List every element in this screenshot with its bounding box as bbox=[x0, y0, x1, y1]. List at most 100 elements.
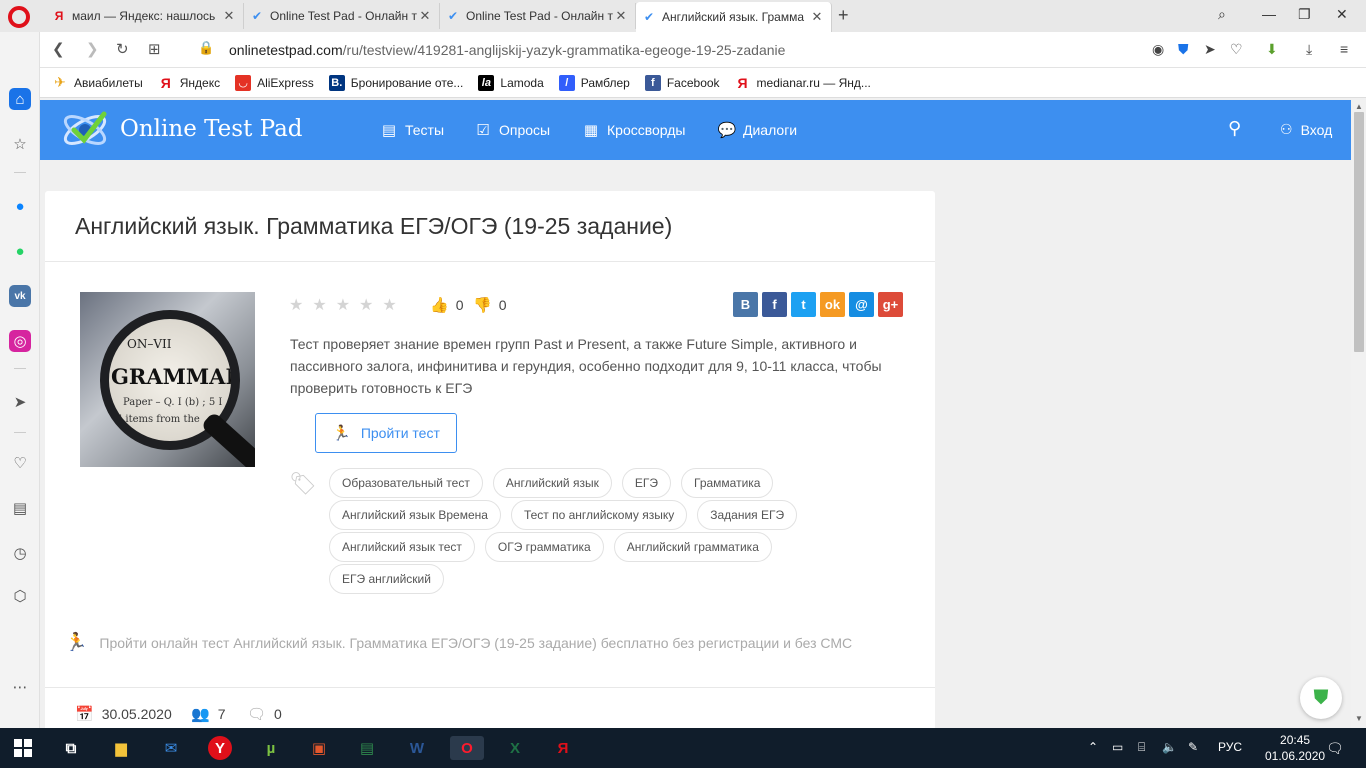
tag-item[interactable]: Образовательный тест bbox=[329, 468, 483, 498]
rating-stars[interactable]: ★ ★ ★ ★ ★ bbox=[289, 295, 406, 315]
tag-item[interactable]: Грамматика bbox=[681, 468, 774, 498]
bookmark-medianar[interactable]: Яmedianar.ru — Янд... bbox=[735, 75, 871, 91]
bookmark-lamoda[interactable]: la Lamoda bbox=[478, 74, 544, 91]
bookmark-rambler[interactable]: / Рамблер bbox=[558, 74, 630, 91]
mailru-share-icon[interactable]: @ bbox=[849, 292, 874, 317]
site-logo-icon[interactable] bbox=[60, 108, 110, 152]
close-tab-icon[interactable]: ✕ bbox=[613, 8, 629, 24]
extensions-icon[interactable]: ⬡ bbox=[9, 585, 31, 607]
scroll-up-icon[interactable]: ▲ bbox=[1355, 102, 1363, 111]
mail-icon[interactable]: ✉ bbox=[158, 736, 184, 760]
more-icon[interactable]: ⋯ bbox=[9, 676, 31, 698]
yandex-icon[interactable]: Я bbox=[550, 736, 576, 760]
volume-icon[interactable]: 🔈 bbox=[1162, 740, 1177, 754]
twitter-share-icon[interactable]: t bbox=[791, 292, 816, 317]
tag-item[interactable]: Тест по английскому языку bbox=[510, 500, 688, 530]
browser-tab[interactable]: ✔ Online Test Pad - Онлайн т ✕ bbox=[440, 3, 636, 29]
bookmark-aviabilety[interactable]: ✈ Авиабилеты bbox=[52, 74, 143, 91]
vpn-shield-icon[interactable]: ⛊ bbox=[1178, 41, 1189, 58]
close-tab-icon[interactable]: ✕ bbox=[417, 8, 433, 24]
presentation-app-icon[interactable]: ▣ bbox=[306, 736, 332, 760]
reload-icon[interactable]: ↻ bbox=[116, 40, 129, 58]
heart-icon[interactable]: ♡ bbox=[1230, 41, 1243, 58]
minimize-icon[interactable]: — bbox=[1262, 6, 1276, 22]
utorrent-icon[interactable]: µ bbox=[258, 736, 284, 760]
browser-tab[interactable]: ✔ Online Test Pad - Онлайн т ✕ bbox=[244, 3, 440, 29]
take-test-button[interactable]: 🏃 Пройти тест bbox=[315, 413, 457, 453]
publisher-icon[interactable]: ▤ bbox=[354, 736, 380, 760]
task-view-icon[interactable]: ⧉ bbox=[58, 736, 84, 760]
home-icon[interactable]: ⌂ bbox=[9, 88, 31, 110]
browser-tab-active[interactable]: ✔ Английский язык. Граммa ✕ bbox=[636, 2, 832, 32]
googleplus-share-icon[interactable]: g+ bbox=[878, 292, 903, 317]
star-icon[interactable]: ★ bbox=[382, 295, 396, 315]
tag-item[interactable]: ОГЭ грамматика bbox=[484, 532, 604, 562]
new-tab-icon[interactable]: + bbox=[838, 5, 849, 26]
vk-icon[interactable]: vk bbox=[9, 285, 31, 307]
odnoklassniki-share-icon[interactable]: ok bbox=[820, 292, 845, 317]
bookmark-yandex[interactable]: Я Яндекс bbox=[158, 75, 220, 91]
forward-icon[interactable]: ❯ bbox=[86, 40, 99, 58]
tag-item[interactable]: Английский грамматика bbox=[613, 532, 772, 562]
site-logo-text[interactable]: Online Test Pad bbox=[120, 116, 303, 142]
nav-dialogs[interactable]: 💬 Диалоги bbox=[718, 121, 797, 139]
star-icon[interactable]: ★ bbox=[289, 295, 303, 315]
history-icon[interactable]: ◷ bbox=[9, 542, 31, 564]
system-clock[interactable]: 20:45 01.06.2020 bbox=[1265, 732, 1325, 764]
tag-item[interactable]: Задания ЕГЭ bbox=[697, 500, 798, 530]
close-tab-icon[interactable]: ✕ bbox=[221, 8, 237, 24]
url-field[interactable]: onlinetestpad.com/ru/testview/419281-ang… bbox=[229, 42, 785, 58]
bookmark-aliexpress[interactable]: ◡ AliExpress bbox=[235, 74, 314, 91]
tag-item[interactable]: Английский язык Времена bbox=[329, 500, 501, 530]
tag-item[interactable]: ЕГЭ английский bbox=[329, 564, 444, 594]
menu-icon[interactable]: ≡ bbox=[1340, 41, 1348, 57]
nav-crosswords[interactable]: ▦ Кроссворды bbox=[582, 121, 686, 139]
windows-start-icon[interactable] bbox=[14, 739, 32, 757]
page-scrollbar[interactable]: ▲ ▼ bbox=[1351, 100, 1366, 728]
yandex-browser-icon[interactable]: Y bbox=[208, 736, 232, 760]
restore-icon[interactable]: ❐ bbox=[1298, 6, 1311, 23]
bookmark-booking[interactable]: B. Бронирование оте... bbox=[328, 74, 463, 91]
tray-chevron-icon[interactable]: ⌃ bbox=[1088, 740, 1098, 754]
security-shield-icon[interactable]: ⛊ bbox=[1300, 677, 1342, 719]
notifications-icon[interactable]: 🗨 bbox=[1326, 740, 1344, 757]
scroll-down-icon[interactable]: ▼ bbox=[1355, 714, 1363, 723]
tag-item[interactable]: Английский язык тест bbox=[329, 532, 475, 562]
close-tab-icon[interactable]: ✕ bbox=[809, 9, 825, 25]
browser-tab[interactable]: Я маил — Яндекс: нашлось ✕ bbox=[46, 3, 244, 29]
take-test-cta[interactable]: 🏃 Пройти онлайн тест Английский язык. Гра… bbox=[65, 632, 852, 653]
excel-icon[interactable]: X bbox=[502, 736, 528, 760]
scrollbar-thumb[interactable] bbox=[1354, 112, 1364, 352]
word-icon[interactable]: W bbox=[404, 736, 430, 760]
opera-logo-icon[interactable] bbox=[8, 6, 30, 28]
whatsapp-icon[interactable]: ● bbox=[9, 240, 31, 262]
star-icon[interactable]: ★ bbox=[312, 295, 326, 315]
facebook-share-icon[interactable]: f bbox=[762, 292, 787, 317]
nav-tests[interactable]: ▤ Тесты bbox=[380, 121, 444, 139]
language-indicator[interactable]: РУС bbox=[1218, 740, 1242, 754]
like-button[interactable]: 👍 0 bbox=[430, 296, 463, 314]
send-icon[interactable]: ➤ bbox=[9, 391, 31, 413]
bookmark-facebook[interactable]: f Facebook bbox=[644, 74, 720, 91]
tag-item[interactable]: ЕГЭ bbox=[621, 468, 671, 498]
file-explorer-icon[interactable]: ▆ bbox=[108, 736, 134, 760]
back-icon[interactable]: ❮ bbox=[52, 40, 65, 58]
lock-icon[interactable]: 🔒 bbox=[198, 40, 214, 56]
downloads-icon[interactable]: ⤓ bbox=[1306, 41, 1312, 58]
search-icon[interactable]: ⚲ bbox=[1228, 118, 1241, 139]
instagram-icon[interactable]: ◎ bbox=[9, 330, 31, 352]
close-window-icon[interactable]: ✕ bbox=[1336, 6, 1348, 23]
heart-icon[interactable]: ♡ bbox=[9, 452, 31, 474]
send-icon[interactable]: ➤ bbox=[1204, 41, 1216, 58]
vk-share-icon[interactable]: В bbox=[733, 292, 758, 317]
nav-polls[interactable]: ☑ Опросы bbox=[474, 121, 550, 139]
battery-icon[interactable]: ▭ bbox=[1112, 740, 1123, 754]
search-tabs-icon[interactable]: ⌕ bbox=[1218, 6, 1226, 23]
pen-icon[interactable]: ✎ bbox=[1188, 740, 1198, 754]
dislike-button[interactable]: 👎 0 bbox=[473, 296, 506, 314]
snapshot-icon[interactable]: ◉ bbox=[1152, 41, 1164, 58]
star-icon[interactable]: ★ bbox=[336, 295, 350, 315]
star-icon[interactable]: ★ bbox=[359, 295, 373, 315]
speed-dial-icon[interactable]: ⊞ bbox=[148, 40, 161, 58]
download-manager-icon[interactable]: ⬇ bbox=[1266, 41, 1278, 58]
